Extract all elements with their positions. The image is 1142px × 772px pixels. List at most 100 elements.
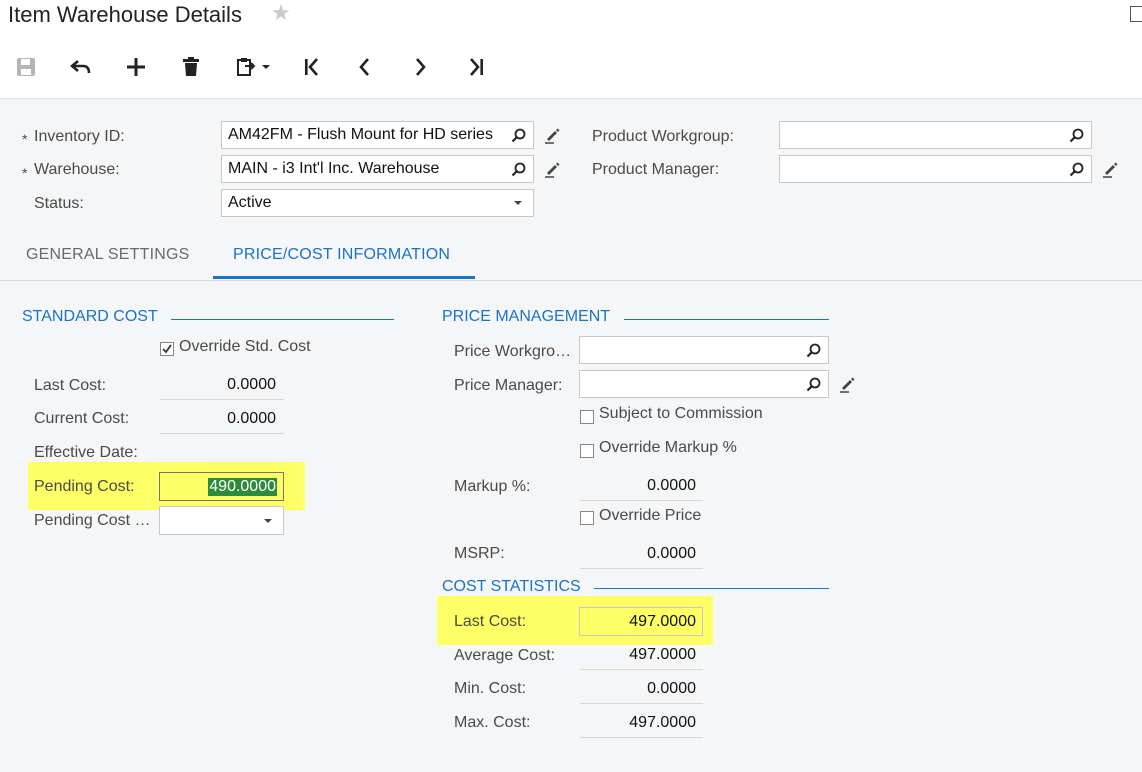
previous-record-button[interactable] bbox=[350, 52, 380, 82]
override-markup-label: Override Markup % bbox=[599, 439, 737, 456]
warehouse-label: Warehouse: bbox=[34, 161, 120, 178]
pending-cost-label: Pending Cost: bbox=[34, 478, 135, 495]
override-std-cost-checkbox[interactable] bbox=[160, 342, 174, 356]
copy-paste-button[interactable] bbox=[233, 52, 275, 82]
override-std-cost-label: Override Std. Cost bbox=[179, 338, 311, 355]
edit-pencil-icon[interactable] bbox=[544, 127, 561, 149]
product-workgroup-field[interactable] bbox=[779, 121, 1092, 149]
checkmark-icon bbox=[162, 344, 172, 354]
field-underline bbox=[160, 433, 284, 434]
delete-icon bbox=[183, 57, 199, 76]
msrp-value: 0.0000 bbox=[647, 545, 696, 562]
last-cost-label: Last Cost: bbox=[34, 377, 107, 394]
first-icon bbox=[305, 58, 318, 76]
average-cost-label: Average Cost: bbox=[454, 647, 556, 664]
star-icon[interactable]: ★ bbox=[271, 0, 291, 26]
save-icon bbox=[17, 58, 35, 76]
required-marker: * bbox=[22, 165, 28, 181]
average-cost-value: 497.0000 bbox=[629, 646, 696, 663]
delete-button[interactable] bbox=[176, 52, 206, 82]
price-manager-field[interactable] bbox=[579, 370, 829, 398]
min-cost-label: Min. Cost: bbox=[454, 680, 527, 697]
edit-pencil-icon[interactable] bbox=[1102, 161, 1119, 183]
field-underline bbox=[580, 500, 703, 501]
warehouse-field[interactable]: MAIN - i3 Int'l Inc. Warehouse bbox=[221, 155, 534, 183]
effective-date-label: Effective Date: bbox=[34, 444, 138, 461]
previous-icon bbox=[359, 58, 369, 76]
tab-price-cost-information[interactable]: PRICE/COST INFORMATION bbox=[233, 246, 450, 264]
current-cost-label: Current Cost: bbox=[34, 410, 130, 427]
inventory-id-label: Inventory ID: bbox=[34, 128, 125, 145]
override-price-checkbox[interactable] bbox=[580, 511, 594, 525]
field-underline bbox=[580, 669, 703, 670]
window-icon[interactable] bbox=[1130, 6, 1142, 22]
dropdown-arrow-icon[interactable] bbox=[509, 194, 527, 212]
search-icon[interactable] bbox=[1067, 126, 1085, 144]
product-manager-field[interactable] bbox=[779, 155, 1092, 183]
stat-last-cost-field: 497.0000 bbox=[579, 607, 703, 636]
field-underline bbox=[580, 703, 703, 704]
pending-cost-date-select[interactable] bbox=[159, 506, 284, 535]
stat-last-cost-value: 497.0000 bbox=[629, 612, 696, 630]
field-underline bbox=[580, 568, 703, 569]
edit-pencil-icon[interactable] bbox=[544, 161, 561, 183]
next-icon bbox=[416, 58, 426, 76]
search-icon[interactable] bbox=[509, 126, 527, 144]
edit-pencil-icon[interactable] bbox=[839, 376, 856, 398]
subject-to-commission-label: Subject to Commission bbox=[599, 405, 763, 422]
current-cost-value: 0.0000 bbox=[227, 410, 276, 427]
status-label: Status: bbox=[34, 195, 84, 212]
search-icon[interactable] bbox=[804, 341, 822, 359]
required-marker: * bbox=[22, 131, 28, 147]
undo-icon bbox=[70, 60, 91, 74]
search-icon[interactable] bbox=[1067, 160, 1085, 178]
override-price-label: Override Price bbox=[599, 507, 702, 524]
add-icon bbox=[127, 58, 145, 76]
tab-general-settings[interactable]: GENERAL SETTINGS bbox=[26, 246, 190, 264]
search-icon[interactable] bbox=[509, 160, 527, 178]
status-value: Active bbox=[228, 194, 272, 211]
markup-label: Markup %: bbox=[454, 478, 531, 495]
field-underline bbox=[160, 399, 284, 400]
undo-button[interactable] bbox=[66, 52, 96, 82]
price-workgroup-field[interactable] bbox=[579, 336, 829, 364]
inventory-id-field[interactable]: AM42FM - Flush Mount for HD series bbox=[221, 121, 534, 149]
product-manager-label: Product Manager: bbox=[592, 161, 720, 178]
next-record-button[interactable] bbox=[405, 52, 435, 82]
min-cost-value: 0.0000 bbox=[647, 680, 696, 697]
pending-cost-date-label: Pending Cost … bbox=[34, 512, 151, 529]
save-button[interactable] bbox=[11, 52, 41, 82]
msrp-label: MSRP: bbox=[454, 545, 505, 562]
markup-value: 0.0000 bbox=[647, 477, 696, 494]
subject-to-commission-checkbox[interactable] bbox=[580, 410, 594, 424]
add-button[interactable] bbox=[121, 52, 151, 82]
section-divider bbox=[594, 588, 829, 589]
first-record-button[interactable] bbox=[297, 52, 327, 82]
section-divider bbox=[624, 319, 829, 320]
active-tab-indicator bbox=[213, 276, 475, 279]
last-cost-value: 0.0000 bbox=[227, 376, 276, 393]
field-underline bbox=[580, 737, 703, 738]
last-record-button[interactable] bbox=[461, 52, 491, 82]
price-manager-label: Price Manager: bbox=[454, 377, 563, 394]
price-workgroup-label: Price Workgro… bbox=[454, 343, 572, 360]
last-icon bbox=[470, 58, 483, 76]
stat-last-cost-label: Last Cost: bbox=[454, 613, 527, 630]
copy-paste-icon bbox=[237, 58, 270, 76]
override-markup-checkbox[interactable] bbox=[580, 444, 594, 458]
max-cost-label: Max. Cost: bbox=[454, 714, 531, 731]
product-workgroup-label: Product Workgroup: bbox=[592, 128, 734, 145]
dropdown-arrow-icon[interactable] bbox=[259, 512, 277, 530]
standard-cost-title: STANDARD COST bbox=[22, 308, 158, 325]
page-title: Item Warehouse Details bbox=[8, 2, 242, 27]
status-select[interactable]: Active bbox=[221, 189, 534, 217]
section-divider bbox=[171, 319, 394, 320]
price-management-title: PRICE MANAGEMENT bbox=[442, 308, 611, 325]
inventory-id-value: AM42FM - Flush Mount for HD series bbox=[228, 126, 493, 143]
pending-cost-input[interactable]: 490.0000 bbox=[159, 472, 284, 501]
search-icon[interactable] bbox=[804, 375, 822, 393]
cost-statistics-title: COST STATISTICS bbox=[442, 578, 581, 595]
warehouse-value: MAIN - i3 Int'l Inc. Warehouse bbox=[228, 160, 440, 177]
max-cost-value: 497.0000 bbox=[629, 714, 696, 731]
pending-cost-value: 490.0000 bbox=[208, 477, 277, 496]
